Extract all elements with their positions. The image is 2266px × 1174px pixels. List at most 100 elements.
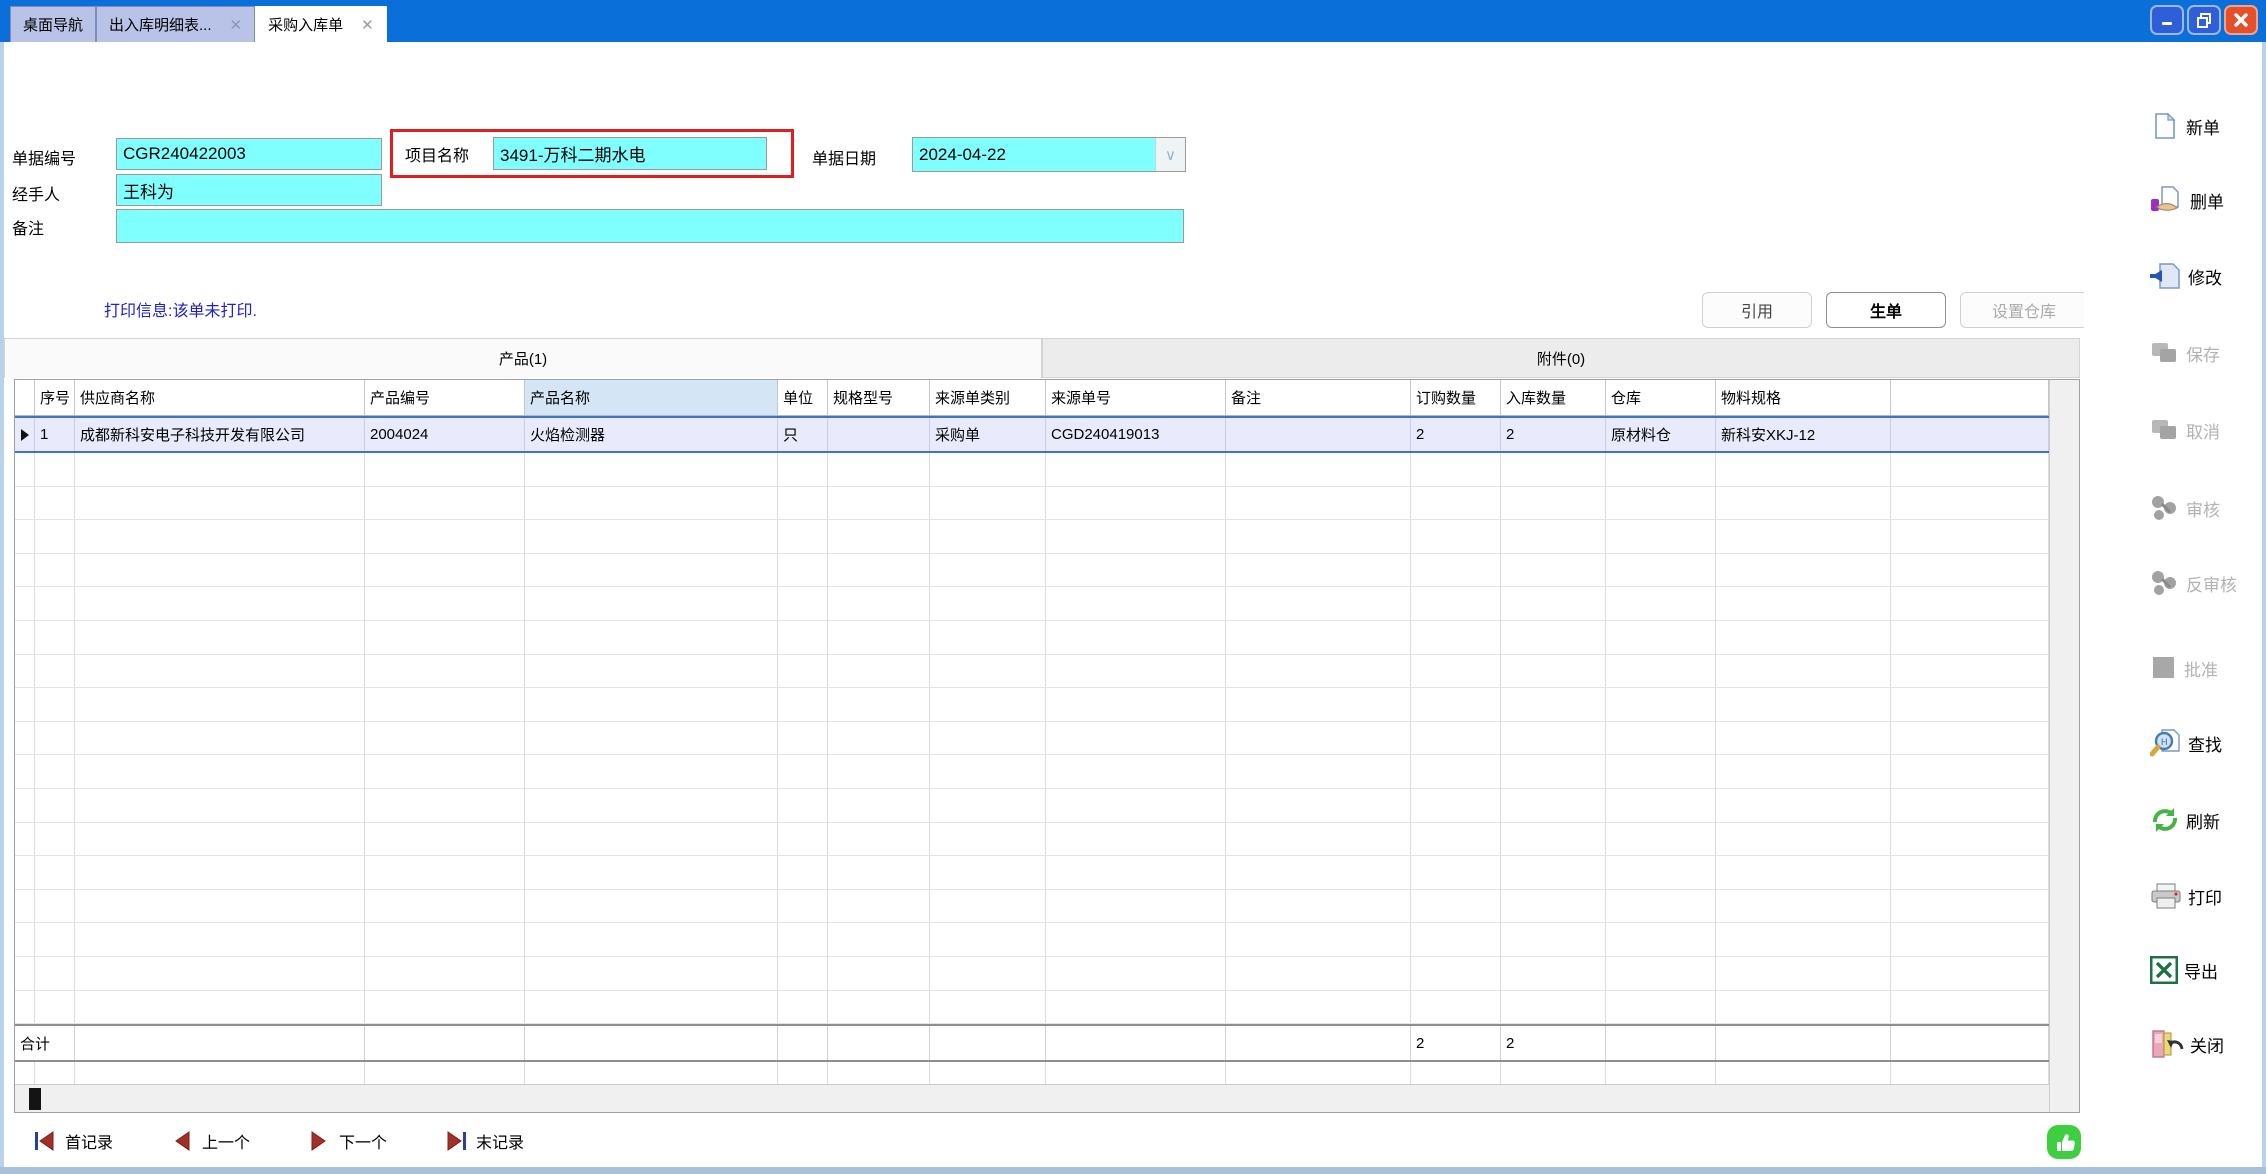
tab-close-icon[interactable]: ✕ [361,16,374,34]
sidebar-button-3[interactable]: 修改 [2150,254,2222,298]
horizontal-scrollbar[interactable] [15,1084,2049,1112]
doc-date-label: 单据日期 [812,145,876,169]
empty-cell [75,923,365,956]
empty-row [15,722,2049,756]
empty-cell [1411,1062,1501,1084]
reference-button[interactable]: 引用 [1702,292,1812,328]
doc-date-input[interactable] [913,138,1155,171]
empty-cell [930,1062,1046,1084]
column-header[interactable]: 物料规格 [1716,380,1891,415]
close-form-icon [2150,1029,2184,1059]
sidebar-button-11[interactable]: 打印 [2150,874,2222,918]
sidebar-button-2[interactable]: 删单 [2150,178,2224,222]
empty-cell [930,789,1046,822]
column-header[interactable]: 仓库 [1606,380,1716,415]
empty-cell [1226,655,1411,688]
document-tab[interactable]: 采购入库单✕ [255,6,387,42]
app-window: 桌面导航出入库明细表...✕采购入库单✕ 单据编号 项目名称 单据日期 ∨ 经手… [0,0,2266,1174]
empty-cell [1716,856,1891,889]
empty-cell [1716,621,1891,654]
detail-tab[interactable]: 附件(0) [1042,339,2080,378]
record-nav-button[interactable]: 下一个 [308,1129,387,1153]
empty-cell [1501,823,1606,856]
close-button[interactable] [2224,5,2258,35]
empty-cell [1716,688,1891,721]
total-row: 合计22 [15,1024,2049,1062]
empty-cell [1891,520,2049,553]
empty-cell [1226,991,1411,1024]
empty-cell [1606,923,1716,956]
empty-cell [778,621,828,654]
sidebar-button-label: 刷新 [2186,808,2220,833]
empty-cell [828,1062,930,1084]
empty-cell [1226,587,1411,620]
restore-button[interactable] [2187,5,2221,35]
tab-close-icon[interactable]: ✕ [230,16,243,34]
column-header[interactable]: 单位 [778,380,828,415]
doc-no-input[interactable] [116,138,382,170]
handler-input[interactable] [116,174,382,206]
column-header[interactable]: 来源单号 [1046,380,1226,415]
empty-cell [15,890,35,923]
document-tab[interactable]: 桌面导航 [10,6,96,42]
detail-tab[interactable]: 产品(1) [4,339,1042,378]
empty-cell [930,957,1046,990]
empty-cell [1501,453,1606,486]
chevron-down-icon[interactable]: ∨ [1155,138,1185,171]
column-header[interactable] [1891,380,2049,415]
window-bottom-border [0,1167,2266,1174]
empty-cell [1716,587,1891,620]
empty-cell [15,923,35,956]
empty-cell [828,755,930,788]
empty-cell [1891,957,2049,990]
empty-cell [1716,520,1891,553]
column-header[interactable]: 入库数量 [1501,380,1606,415]
vertical-scrollbar[interactable] [2049,380,2079,1112]
new-doc-button[interactable]: 新单 [2150,104,2220,148]
total-cell [778,1026,828,1060]
table-row[interactable]: 1成都新科安电子科技开发有限公司2004024火焰检测器只采购单CGD24041… [15,416,2049,453]
empty-cell [1606,722,1716,755]
column-header[interactable]: 备注 [1226,380,1411,415]
empty-cell [1411,755,1501,788]
table-cell: CGD240419013 [1046,418,1226,451]
column-header[interactable]: 产品编号 [365,380,525,415]
table-cell: 成都新科安电子科技开发有限公司 [75,418,365,451]
column-header[interactable]: 产品名称 [525,380,778,415]
empty-cell [1046,487,1226,520]
empty-cell [778,655,828,688]
empty-cell [1891,890,2049,923]
empty-cell [1606,991,1716,1024]
project-input[interactable] [493,137,767,170]
sidebar-button-9[interactable]: H查找 [2150,721,2222,765]
empty-cell [1606,520,1716,553]
generate-order-button[interactable]: 生单 [1826,292,1946,328]
empty-cell [1411,722,1501,755]
record-nav-button[interactable]: 末记录 [445,1129,524,1153]
last-record-icon [445,1130,467,1152]
remark-input[interactable] [116,209,1184,243]
empty-cell [35,520,75,553]
document-tab[interactable]: 出入库明细表...✕ [96,6,255,42]
empty-cell [1501,487,1606,520]
minimize-button[interactable] [2150,5,2184,35]
scrollbar-thumb[interactable] [29,1088,41,1110]
column-header[interactable]: 规格型号 [828,380,930,415]
empty-cell [525,621,778,654]
total-cell [1046,1026,1226,1060]
column-header[interactable]: 供应商名称 [75,380,365,415]
column-header[interactable]: 订购数量 [1411,380,1501,415]
empty-cell [1606,890,1716,923]
sidebar-button-13[interactable]: 关闭 [2150,1022,2224,1066]
thumbs-up-badge-icon[interactable] [2046,1124,2082,1160]
record-nav-button[interactable]: 上一个 [171,1129,250,1153]
sidebar-button-10[interactable]: 刷新 [2150,798,2220,842]
empty-row [15,755,2049,789]
empty-cell [1411,554,1501,587]
column-header[interactable]: 来源单类别 [930,380,1046,415]
record-nav-button[interactable]: 首记录 [34,1129,113,1153]
empty-cell [525,722,778,755]
empty-cell [525,520,778,553]
column-header[interactable]: 序号 [35,380,75,415]
sidebar-button-12[interactable]: 导出 [2150,948,2218,992]
